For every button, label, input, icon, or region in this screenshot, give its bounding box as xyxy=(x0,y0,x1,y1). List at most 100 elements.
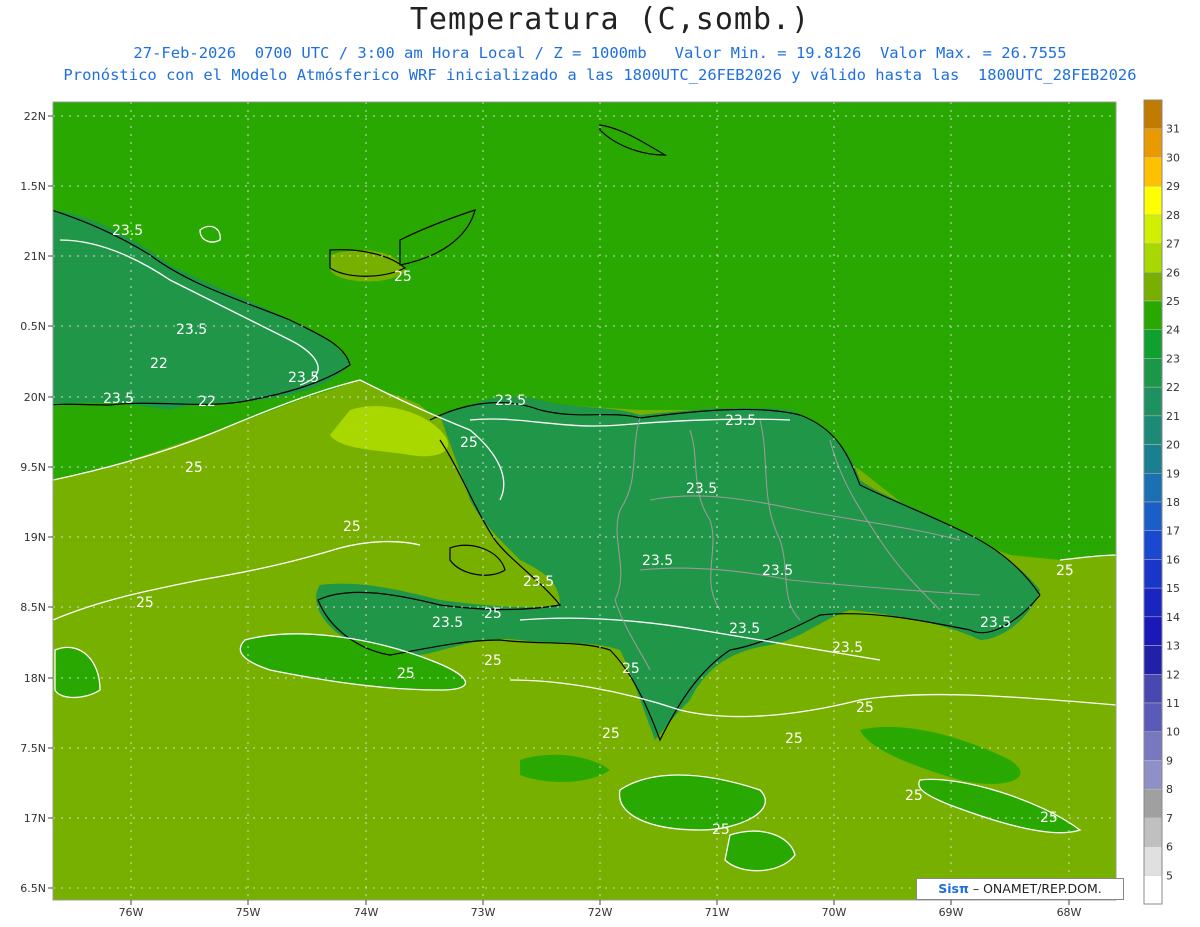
contour-label: 25 xyxy=(343,519,361,535)
colorbar-label: 20 xyxy=(1166,439,1180,452)
colorbar-label: 29 xyxy=(1166,180,1180,193)
colorbar-label: 11 xyxy=(1166,697,1180,710)
colorbar-swatch xyxy=(1143,473,1163,503)
colorbar-swatch xyxy=(1143,530,1163,560)
contour-label: 25 xyxy=(484,653,502,669)
lon-tick-label: 68W xyxy=(1057,906,1082,919)
colorbar: 31 30 29 28 27 26 25 24 23 22 21 20 19 18 17 16 15 14 13 12… xyxy=(1143,99,1180,905)
contour-label: 23.5 xyxy=(176,322,207,338)
lon-tick-label: 70W xyxy=(822,906,847,919)
lat-tick-label: 8.5N xyxy=(20,601,46,614)
colorbar-swatch xyxy=(1143,559,1163,589)
contour-label: 23.5 xyxy=(832,640,863,656)
colorbar-swatch xyxy=(1143,329,1163,359)
contour-label: 25 xyxy=(1040,810,1058,826)
contour-label: 25 xyxy=(397,666,415,682)
temperature-map: 23.5 23.5 22 23.5 23.5 22 25 25 23.5 25 … xyxy=(20,99,1180,919)
contour-label: 25 xyxy=(136,595,154,611)
lon-tick-label: 75W xyxy=(236,906,261,919)
colorbar-label: 12 xyxy=(1166,668,1180,681)
contour-label: 25 xyxy=(1056,563,1074,579)
contour-label: 23.5 xyxy=(686,481,717,497)
colorbar-label: 9 xyxy=(1166,754,1173,767)
colorbar-swatch xyxy=(1143,214,1163,244)
colorbar-label: 23 xyxy=(1166,352,1180,365)
contour-label: 25 xyxy=(602,726,620,742)
colorbar-swatch xyxy=(1143,760,1163,790)
lon-tick-label: 73W xyxy=(471,906,496,919)
colorbar-swatch xyxy=(1143,358,1163,388)
lat-tick-label: 21N xyxy=(24,250,46,263)
map-field: 23.5 23.5 22 23.5 23.5 22 25 25 23.5 25 … xyxy=(53,102,1116,900)
contour-label: 23.5 xyxy=(980,615,1011,631)
contour-label: 23.5 xyxy=(103,391,134,407)
colorbar-label: 27 xyxy=(1166,238,1180,251)
colorbar-label: 18 xyxy=(1166,496,1180,509)
colorbar-swatch xyxy=(1143,415,1163,445)
lat-tick-label: 19N xyxy=(24,531,46,544)
contour-label: 23.5 xyxy=(523,574,554,590)
contour-label: 23.5 xyxy=(432,615,463,631)
colorbar-swatch xyxy=(1143,731,1163,761)
contour-label: 23.5 xyxy=(495,393,526,409)
contour-label: 25 xyxy=(785,731,803,747)
lon-tick-label: 71W xyxy=(705,906,730,919)
colorbar-swatch xyxy=(1143,243,1163,273)
contour-label: 22 xyxy=(150,356,168,372)
contour-label: 25 xyxy=(185,460,203,476)
colorbar-swatch xyxy=(1143,99,1163,129)
lat-tick-label: 9.5N xyxy=(20,461,46,474)
colorbar-swatch xyxy=(1143,846,1163,876)
contour-label: 23.5 xyxy=(729,621,760,637)
colorbar-label: 31 xyxy=(1166,123,1180,136)
colorbar-swatch xyxy=(1143,272,1163,302)
lon-tick-label: 72W xyxy=(588,906,613,919)
colorbar-label: 15 xyxy=(1166,582,1180,595)
colorbar-swatch xyxy=(1143,300,1163,330)
lat-tick-label: 20N xyxy=(24,391,46,404)
colorbar-swatch xyxy=(1143,128,1163,158)
colorbar-swatch xyxy=(1143,386,1163,417)
credit-text: – ONAMET/REP.DOM. xyxy=(968,881,1102,896)
sispi-logo: Sisπ xyxy=(938,881,969,896)
lon-tick-label: 76W xyxy=(119,906,144,919)
lat-tick-label: 22N xyxy=(24,110,46,123)
contour-label: 25 xyxy=(484,606,502,622)
contour-label: 25 xyxy=(856,700,874,716)
colorbar-swatch xyxy=(1143,875,1163,905)
colorbar-label: 16 xyxy=(1166,553,1180,566)
contour-label: 23.5 xyxy=(762,563,793,579)
colorbar-label: 17 xyxy=(1166,525,1180,538)
colorbar-swatch xyxy=(1143,645,1163,675)
contour-label: 25 xyxy=(622,661,640,677)
colorbar-label: 30 xyxy=(1166,151,1180,164)
colorbar-label: 28 xyxy=(1166,209,1180,222)
contour-label: 23.5 xyxy=(288,370,319,386)
lat-axis: 22N 1.5N 21N 0.5N 20N 9.5N 19N 8.5N 18N … xyxy=(20,110,53,895)
contour-label: 23.5 xyxy=(642,553,673,569)
colorbar-swatch xyxy=(1143,817,1163,847)
lat-tick-label: 18N xyxy=(24,672,46,685)
contour-label: 25 xyxy=(394,269,412,285)
colorbar-label: 14 xyxy=(1166,611,1180,624)
contour-label: 25 xyxy=(460,435,478,451)
colorbar-label: 19 xyxy=(1166,467,1180,480)
colorbar-label: 10 xyxy=(1166,726,1180,739)
colorbar-label: 26 xyxy=(1166,266,1180,279)
lat-tick-label: 17N xyxy=(24,812,46,825)
contour-label: 23.5 xyxy=(725,413,756,429)
colorbar-swatch xyxy=(1143,616,1163,646)
lon-tick-label: 69W xyxy=(939,906,964,919)
colorbar-label: 7 xyxy=(1166,812,1173,825)
lon-tick-label: 74W xyxy=(354,906,379,919)
colorbar-label: 21 xyxy=(1166,410,1180,423)
colorbar-swatch xyxy=(1143,501,1163,531)
contour-label: 23.5 xyxy=(112,223,143,239)
colorbar-label: 24 xyxy=(1166,324,1180,337)
lat-tick-label: 0.5N xyxy=(20,320,46,333)
colorbar-label: 5 xyxy=(1166,869,1173,882)
colorbar-label: 22 xyxy=(1166,381,1180,394)
contour-label: 22 xyxy=(198,394,216,410)
colorbar-swatch xyxy=(1143,587,1163,618)
colorbar-swatch xyxy=(1143,788,1163,819)
